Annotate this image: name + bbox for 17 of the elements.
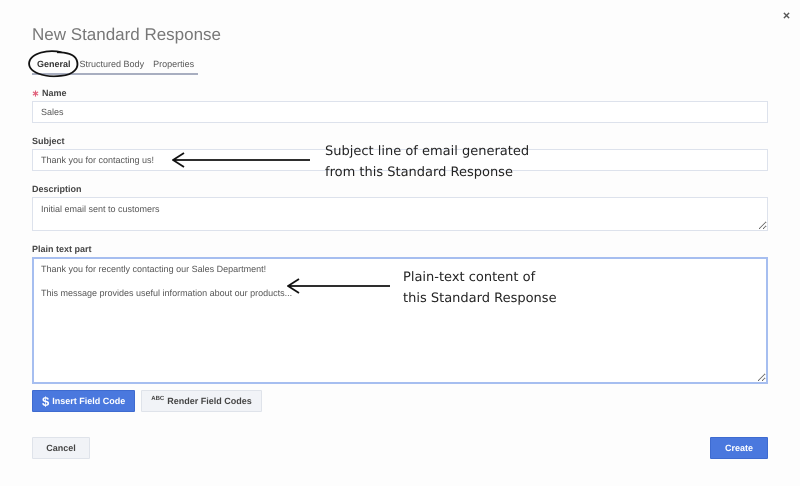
insert-field-code-button[interactable]: $ Insert Field Code xyxy=(32,390,136,412)
input-field[interactable]: Sales xyxy=(32,101,768,123)
required-icon xyxy=(32,90,39,96)
tab[interactable]: General xyxy=(32,55,75,73)
tab[interactable]: Structured Body xyxy=(74,55,148,73)
field-label: Name xyxy=(42,88,67,98)
dialog-title: New Standard Response xyxy=(32,24,222,46)
close-icon[interactable] xyxy=(783,12,790,19)
text-area[interactable]: Initial email sent to customers xyxy=(32,197,768,231)
create-button[interactable]: Create xyxy=(710,437,768,459)
field-label: Plain text part xyxy=(32,244,92,254)
circle-annotation xyxy=(27,49,80,79)
tab[interactable]: Properties xyxy=(148,55,198,73)
field-label: Description xyxy=(32,184,82,194)
field-label: Subject xyxy=(32,136,65,146)
cancel-button[interactable]: Cancel xyxy=(32,437,90,459)
annotation-text: Plain-text content of this Standard Response xyxy=(403,269,557,308)
